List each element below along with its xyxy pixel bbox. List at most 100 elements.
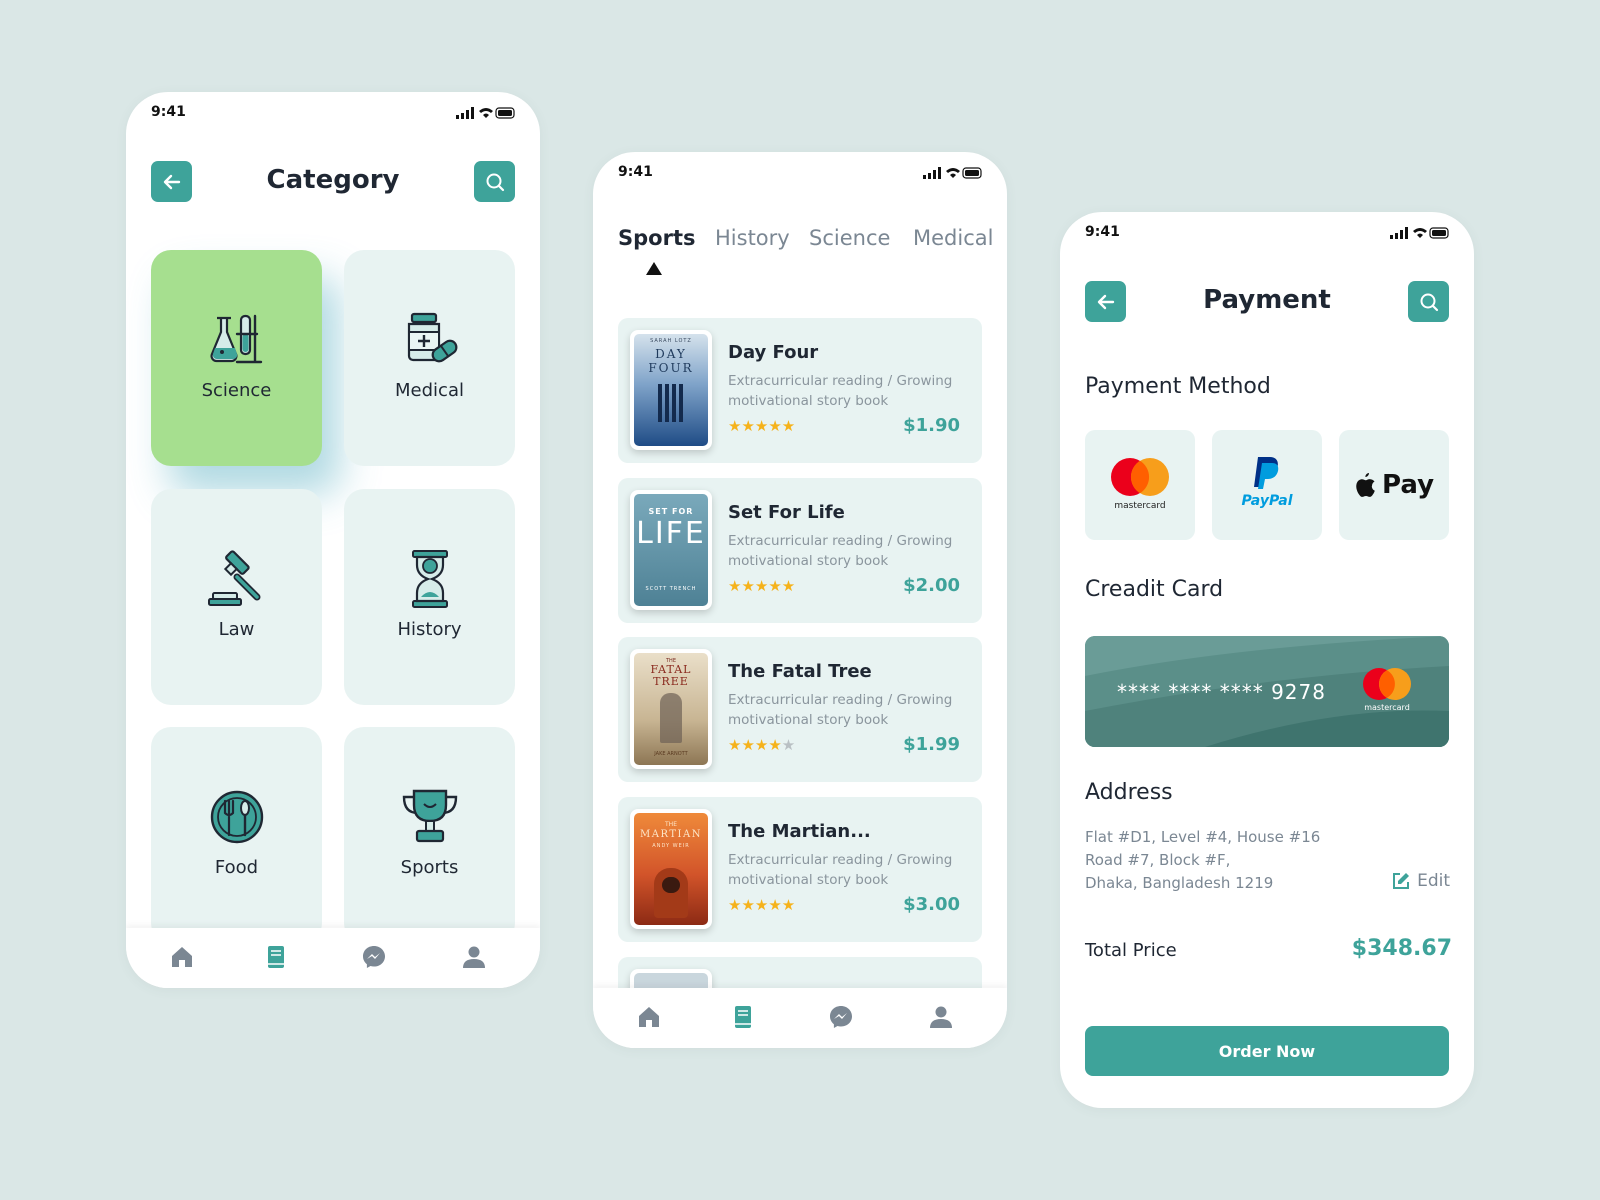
book-description: Extracurricular reading / Growing motiva… bbox=[728, 852, 953, 888]
category-label: Food bbox=[214, 857, 259, 878]
category-card-medical[interactable]: Medical bbox=[344, 250, 515, 466]
category-card-food[interactable]: Food bbox=[151, 727, 322, 943]
tab-sports[interactable]: Sports bbox=[618, 226, 695, 250]
cover-author: ANDY WEIR bbox=[652, 843, 690, 849]
book-card[interactable]: THE FATAL TREE JAKE ARNOTT The Fatal Tre… bbox=[618, 637, 982, 782]
card-brand-wordmark: mastercard bbox=[1364, 703, 1410, 712]
book-description: Extracurricular reading / Growing motiva… bbox=[728, 373, 953, 409]
category-label: Sports bbox=[400, 857, 459, 878]
active-tab-indicator bbox=[646, 262, 662, 275]
book-price: $1.99 bbox=[903, 734, 960, 755]
book-price: $1.90 bbox=[903, 415, 960, 436]
cover-title: FATAL TREE bbox=[650, 663, 692, 688]
book-cover: SARAH LOTZ DAY FOUR bbox=[630, 330, 712, 450]
mastercard-circles-icon bbox=[1111, 458, 1169, 496]
category-label: Medical bbox=[395, 380, 464, 401]
mastercard-wordmark: mastercard bbox=[1114, 501, 1166, 511]
messenger-icon[interactable] bbox=[360, 943, 388, 971]
book-title: The Fatal Tree bbox=[728, 661, 872, 682]
rating-stars: ★★★★★ bbox=[728, 577, 796, 595]
address-line: Dhaka, Bangladesh 1219 bbox=[1085, 874, 1274, 892]
category-card-science[interactable]: Science bbox=[151, 250, 322, 466]
book-list-screen: 9:41 Sports History Science Medical SARA… bbox=[593, 152, 1007, 1048]
book-cover: SET FOR LIFE SCOTT TRENCH bbox=[630, 490, 712, 610]
book-icon[interactable] bbox=[729, 1003, 757, 1031]
home-icon[interactable] bbox=[635, 1003, 663, 1031]
edit-address-button[interactable]: Edit bbox=[1391, 871, 1450, 891]
cover-author: SARAH LOTZ bbox=[650, 338, 692, 344]
book-title: Set For Life bbox=[728, 502, 845, 523]
medicine-bottle-icon bbox=[407, 312, 457, 363]
status-time: 9:41 bbox=[618, 164, 653, 180]
status-bar: 9:41 bbox=[1060, 212, 1474, 256]
cover-title: DAY FOUR bbox=[648, 347, 694, 375]
cover-art bbox=[658, 384, 684, 422]
payment-method-heading: Payment Method bbox=[1085, 374, 1271, 399]
rating-stars: ★★★★★ bbox=[728, 736, 796, 754]
mastercard-circles-icon bbox=[1363, 668, 1411, 700]
edit-label: Edit bbox=[1417, 871, 1450, 891]
book-card[interactable]: THE MARTIAN ANDY WEIR The Martian... Ext… bbox=[618, 797, 982, 942]
category-label: Science bbox=[201, 380, 272, 401]
book-card[interactable]: SET FOR LIFE SCOTT TRENCH Set For Life E… bbox=[618, 478, 982, 623]
science-flask-icon bbox=[209, 314, 262, 364]
home-icon[interactable] bbox=[168, 943, 196, 971]
book-cover: THE MARTIAN ANDY WEIR bbox=[630, 809, 712, 929]
payment-screen: 9:41 Payment Payment Method mastercard P… bbox=[1060, 212, 1474, 1108]
profile-icon[interactable] bbox=[460, 943, 488, 971]
category-label: History bbox=[397, 619, 462, 640]
book-description: Extracurricular reading / Growing motiva… bbox=[728, 692, 953, 728]
search-icon bbox=[1420, 293, 1438, 311]
book-card[interactable]: SARAH LOTZ DAY FOUR Day Four Extracurric… bbox=[618, 318, 982, 463]
paypal-logo: PayPal bbox=[1232, 455, 1302, 515]
total-price-label: Total Price bbox=[1085, 940, 1177, 961]
category-card-history[interactable]: History bbox=[344, 489, 515, 705]
credit-card[interactable]: **** **** **** 9278 mastercard bbox=[1085, 636, 1449, 747]
order-now-button[interactable]: Order Now bbox=[1085, 1026, 1449, 1076]
payment-option-apple-pay[interactable]: Pay bbox=[1339, 430, 1449, 540]
search-button[interactable] bbox=[474, 161, 515, 202]
address-heading: Address bbox=[1085, 780, 1173, 805]
bottom-nav bbox=[593, 988, 1007, 1048]
card-mastercard-logo: mastercard bbox=[1359, 666, 1415, 718]
book-title: Day Four bbox=[728, 342, 819, 363]
book-description: Extracurricular reading / Growing motiva… bbox=[728, 533, 953, 569]
tab-science[interactable]: Science bbox=[809, 226, 890, 250]
cover-art-detail bbox=[662, 877, 680, 893]
status-time: 9:41 bbox=[1085, 224, 1120, 240]
search-icon bbox=[486, 173, 504, 191]
book-title: The Martian... bbox=[728, 821, 871, 842]
payment-option-paypal[interactable]: PayPal bbox=[1212, 430, 1322, 540]
status-bar: 9:41 bbox=[126, 92, 540, 136]
trophy-icon bbox=[402, 789, 457, 843]
tab-medical[interactable]: Medical bbox=[913, 226, 993, 250]
book-icon[interactable] bbox=[262, 943, 290, 971]
card-number: **** **** **** 9278 bbox=[1117, 680, 1326, 704]
edit-icon bbox=[1393, 873, 1410, 889]
tab-history[interactable]: History bbox=[715, 226, 790, 250]
cover-title: LIFE bbox=[636, 516, 706, 551]
plate-cutlery-icon bbox=[210, 790, 263, 844]
profile-icon[interactable] bbox=[927, 1003, 955, 1031]
cover-art bbox=[660, 693, 682, 743]
apple-pay-label: Pay bbox=[1381, 470, 1435, 500]
category-screen: 9:41 Category Science Medical Law Histor… bbox=[126, 92, 540, 988]
hourglass-icon bbox=[411, 550, 448, 608]
bottom-nav bbox=[126, 928, 540, 988]
address-line: Road #7, Block #F, bbox=[1085, 851, 1231, 869]
book-cover: THE FATAL TREE JAKE ARNOTT bbox=[630, 649, 712, 769]
status-icons bbox=[923, 167, 982, 179]
payment-option-mastercard[interactable]: mastercard bbox=[1085, 430, 1195, 540]
messenger-icon[interactable] bbox=[827, 1003, 855, 1031]
credit-card-heading: Creadit Card bbox=[1085, 577, 1224, 602]
cover-author: SCOTT TRENCH bbox=[645, 586, 697, 592]
search-button[interactable] bbox=[1408, 281, 1449, 322]
paypal-wordmark: PayPal bbox=[1241, 493, 1293, 509]
rating-stars: ★★★★★ bbox=[728, 896, 796, 914]
book-price: $3.00 bbox=[903, 894, 960, 915]
status-bar: 9:41 bbox=[593, 152, 1007, 196]
category-card-law[interactable]: Law bbox=[151, 489, 322, 705]
cover-author: JAKE ARNOTT bbox=[654, 751, 688, 757]
category-card-sports[interactable]: Sports bbox=[344, 727, 515, 943]
mastercard-logo: mastercard bbox=[1105, 455, 1175, 515]
